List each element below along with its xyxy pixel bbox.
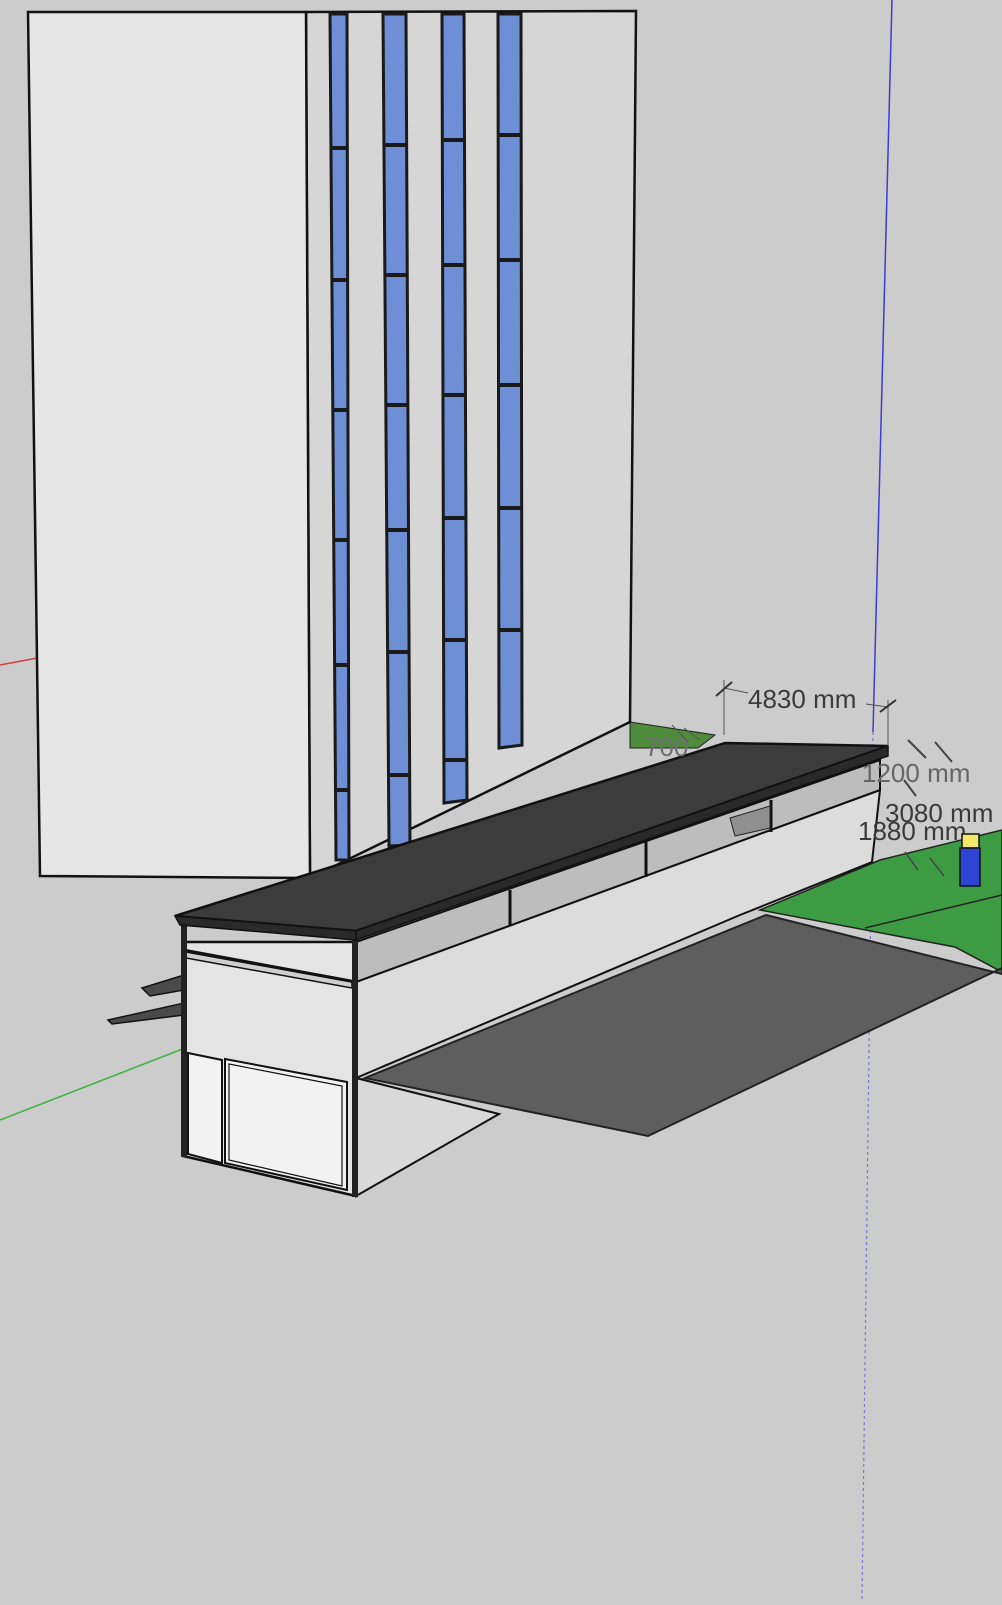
- model-viewport[interactable]: 4830 mm 700 1200 mm 3080 mm 1880 mm: [0, 0, 1002, 1601]
- front-right-column: [352, 925, 358, 1197]
- blue-axis: [872, 0, 893, 733]
- window-strip: [381, 12, 412, 848]
- dimension-label: 1880 mm: [858, 816, 966, 846]
- ledge-lower: [106, 1002, 185, 1025]
- dimension-label: 1200 mm: [862, 758, 970, 788]
- tower-side-face: [304, 9, 638, 880]
- window-strip: [496, 12, 524, 750]
- dimension-label: 4830 mm: [748, 684, 856, 714]
- tower-front-face: [26, 10, 312, 880]
- dimension-label: 700: [645, 732, 688, 762]
- window-strip: [440, 12, 469, 805]
- scale-figure: [959, 833, 981, 887]
- ledge-upper: [140, 973, 185, 997]
- front-left-column: [181, 925, 187, 1157]
- garage-door-left: [187, 1051, 223, 1165]
